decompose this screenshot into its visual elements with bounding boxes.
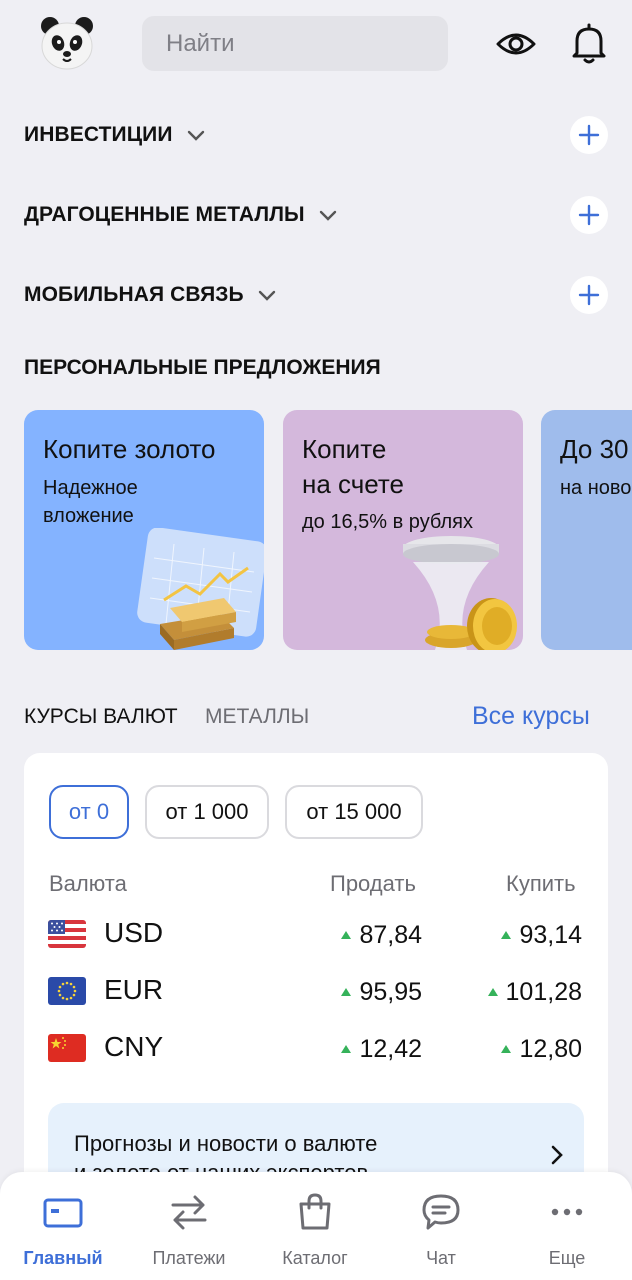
eu-flag-icon: [48, 977, 86, 1005]
column-sell: Продать: [330, 871, 416, 896]
chevron-down-icon: [187, 130, 204, 141]
nav-more[interactable]: Еще: [504, 1172, 630, 1280]
cn-flag-icon: [48, 1034, 86, 1062]
buy-rate: 101,28: [487, 978, 582, 1007]
hourglass-coins-illustration: [403, 536, 517, 650]
amount-chip-0[interactable]: от 0: [49, 785, 129, 839]
panda-avatar-icon[interactable]: [38, 14, 96, 72]
offer-title: До 30: [560, 434, 629, 464]
add-metal-button[interactable]: [570, 196, 608, 234]
section-mobile[interactable]: МОБИЛЬНАЯ СВЯЗЬ: [24, 275, 608, 315]
offer-title: Копите золото: [43, 434, 216, 464]
plus-icon: [578, 124, 600, 146]
add-investment-button[interactable]: [570, 116, 608, 154]
offer-card-savings[interactable]: Копите на счете до 16,5% в рублях: [283, 410, 523, 650]
currency-row-usd[interactable]: USD 87,84 93,14: [24, 915, 608, 955]
shopping-bag-icon: [299, 1193, 331, 1230]
buy-value: 12,80: [519, 1035, 582, 1063]
buy-rate: 12,80: [501, 1035, 582, 1064]
sell-value: 87,84: [359, 921, 422, 949]
bell-icon[interactable]: [566, 20, 612, 66]
amount-chip-15000[interactable]: от 15 000: [285, 785, 423, 839]
currency-code: CNY: [104, 1031, 164, 1062]
us-flag-icon: [48, 920, 86, 948]
up-arrow-icon: [501, 1044, 512, 1053]
nav-chat[interactable]: Чат: [378, 1172, 504, 1280]
chat-icon: [422, 1194, 460, 1230]
nav-payments[interactable]: Платежи: [126, 1172, 252, 1280]
plus-icon: [578, 284, 600, 306]
offer-title: на счете: [302, 469, 404, 499]
card-icon: [43, 1198, 83, 1228]
chevron-down-icon: [258, 290, 275, 301]
chevron-right-icon: [551, 1145, 563, 1165]
up-arrow-icon: [501, 930, 512, 939]
section-precious-metals[interactable]: ДРАГОЦЕННЫЕ МЕТАЛЛЫ: [24, 195, 608, 235]
up-arrow-icon: [487, 987, 498, 996]
tab-metals[interactable]: МЕТАЛЛЫ: [205, 705, 309, 729]
search-placeholder: Найти: [166, 29, 235, 57]
more-dots-icon: [551, 1208, 583, 1216]
add-mobile-button[interactable]: [570, 276, 608, 314]
column-buy: Купить: [506, 871, 576, 896]
search-input[interactable]: Найти: [142, 16, 448, 71]
sell-rate: 95,95: [341, 978, 422, 1007]
offer-subtitle: на ново: [560, 477, 632, 499]
section-title: ИНВЕСТИЦИИ: [24, 123, 173, 146]
gold-bars-chart-illustration: [137, 528, 264, 650]
offer-card-gold[interactable]: Копите золото Надежное вложение: [24, 410, 264, 650]
nav-label: Еще: [548, 1248, 586, 1268]
currency-code: USD: [104, 917, 164, 948]
bottom-navigation: Главный Платежи Каталог Чат Еще: [0, 1172, 632, 1280]
buy-value: 93,14: [519, 921, 582, 949]
offer-title: Копите: [302, 434, 387, 464]
offer-subtitle: вложение: [43, 505, 134, 527]
buy-rate: 93,14: [501, 921, 582, 950]
column-currency: Валюта: [49, 871, 127, 896]
nav-label: Каталог: [282, 1248, 348, 1268]
sell-rate: 87,84: [341, 921, 422, 950]
transfer-arrows-icon: [171, 1195, 207, 1230]
currency-row-eur[interactable]: EUR 95,95 101,28: [24, 972, 608, 1012]
personal-offers-title: ПЕРСОНАЛЬНЫЕ ПРЕДЛОЖЕНИЯ: [24, 356, 381, 379]
currency-rates-panel: от 0 от 1 000 от 15 000 Валюта Продать К…: [24, 753, 608, 1213]
up-arrow-icon: [341, 930, 352, 939]
nav-label: Платежи: [152, 1248, 226, 1268]
section-title: МОБИЛЬНАЯ СВЯЗЬ: [24, 283, 244, 306]
nav-label: Главный: [23, 1248, 103, 1268]
plus-icon: [578, 204, 600, 226]
tab-currency-rates[interactable]: КУРСЫ ВАЛЮТ: [24, 705, 178, 729]
eye-icon[interactable]: [494, 22, 538, 66]
section-investments[interactable]: ИНВЕСТИЦИИ: [24, 115, 608, 155]
up-arrow-icon: [341, 987, 352, 996]
offer-subtitle: до 16,5% в рублях: [302, 511, 473, 533]
chevron-down-icon: [319, 210, 336, 221]
offer-card-new[interactable]: До 30 на ново: [541, 410, 632, 650]
all-rates-link[interactable]: Все курсы: [472, 702, 590, 731]
buy-value: 101,28: [505, 978, 582, 1006]
sell-value: 12,42: [359, 1035, 422, 1063]
nav-label: Чат: [426, 1248, 456, 1268]
sell-value: 95,95: [359, 978, 422, 1006]
news-line: Прогнозы и новости о валюте: [74, 1131, 378, 1156]
section-title: ДРАГОЦЕННЫЕ МЕТАЛЛЫ: [24, 203, 305, 226]
nav-home[interactable]: Главный: [0, 1172, 126, 1280]
currency-row-cny[interactable]: CNY 12,42 12,80: [24, 1029, 608, 1069]
currency-code: EUR: [104, 974, 164, 1005]
amount-chip-1000[interactable]: от 1 000: [145, 785, 269, 839]
sell-rate: 12,42: [341, 1035, 422, 1064]
nav-catalog[interactable]: Каталог: [252, 1172, 378, 1280]
offer-subtitle: Надежное: [43, 477, 138, 499]
up-arrow-icon: [341, 1044, 352, 1053]
